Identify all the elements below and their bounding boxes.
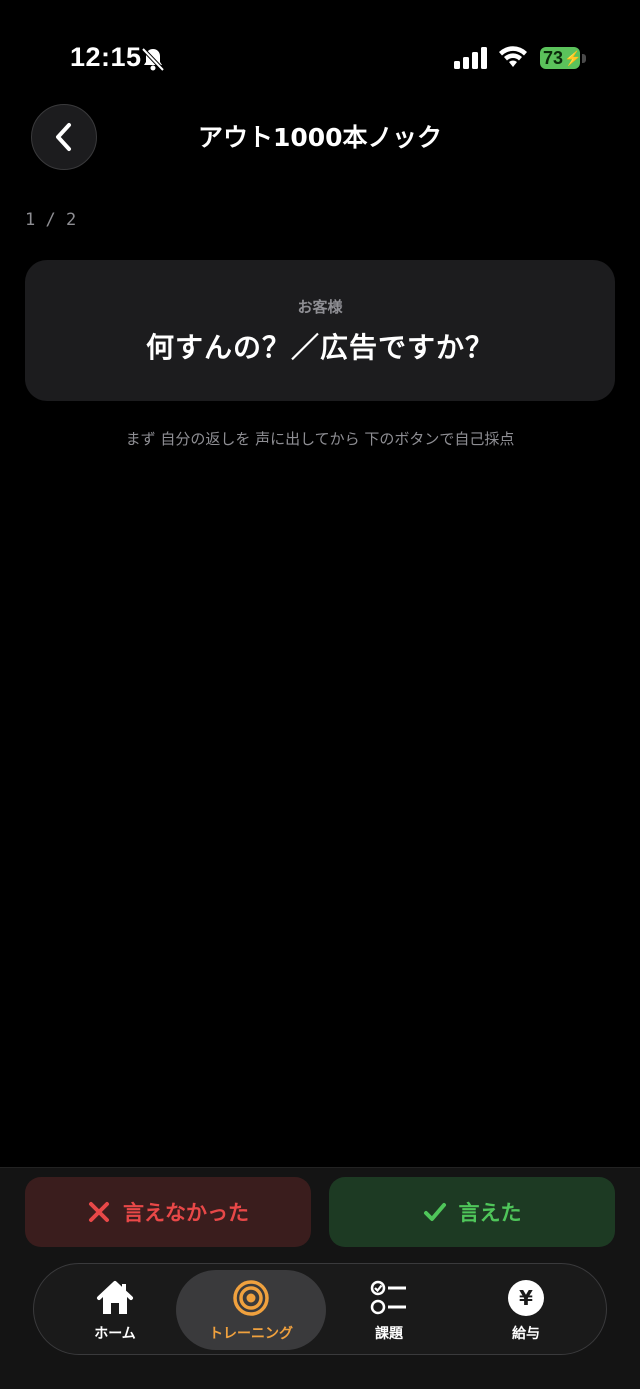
wifi-icon xyxy=(499,46,527,67)
bell-off-icon xyxy=(141,47,165,72)
tab-tasks[interactable]: 課題 xyxy=(314,1270,464,1350)
yen-icon: ¥ xyxy=(508,1279,544,1316)
tab-salary-label: 給与 xyxy=(512,1325,540,1342)
chevron-left-icon xyxy=(56,123,71,151)
tab-salary[interactable]: ¥ 給与 xyxy=(451,1270,601,1350)
instruction-text: まず 自分の返しを 声に出してから 下のボタンで自己採点 xyxy=(125,430,515,448)
progress-counter: 1 / 2 xyxy=(25,210,77,230)
prompt-text: 何すんの？／広告ですか？ xyxy=(145,331,494,364)
tab-home-label: ホーム xyxy=(94,1325,136,1342)
tab-bar: ホーム トレーニング 課題 ¥ 給与 xyxy=(33,1263,607,1355)
battery-level: 73 xyxy=(543,47,564,68)
tab-training-label: トレーニング xyxy=(209,1325,293,1342)
battery-cap xyxy=(582,54,586,63)
signal-icon xyxy=(454,47,487,69)
tab-training[interactable]: トレーニング xyxy=(176,1270,326,1350)
could-not-say-label: 言えなかった xyxy=(123,1201,249,1225)
status-bar: 12:15 73 ⚡ xyxy=(0,0,640,100)
training-screen: 12:15 73 ⚡ アウト1000本ノック 1 / 2 お客様 何すんの？／広… xyxy=(0,0,640,1389)
status-time: 12:15 xyxy=(70,42,142,72)
could-not-say-button[interactable]: 言えなかった xyxy=(25,1177,311,1247)
target-icon xyxy=(233,1279,269,1316)
tab-tasks-label: 課題 xyxy=(375,1325,403,1342)
home-icon xyxy=(97,1280,133,1314)
svg-text:¥: ¥ xyxy=(519,1286,533,1310)
tab-home[interactable]: ホーム xyxy=(40,1270,190,1350)
battery-icon: 73 ⚡ xyxy=(540,47,582,69)
x-icon xyxy=(89,1202,109,1222)
could-say-button[interactable]: 言えた xyxy=(329,1177,615,1247)
could-say-label: 言えた xyxy=(458,1201,522,1225)
prompt-card: お客様 何すんの？／広告ですか？ xyxy=(25,260,615,401)
page-title: アウト1000本ノック xyxy=(197,123,443,152)
checklist-icon xyxy=(370,1280,406,1314)
speaker-label: お客様 xyxy=(297,298,343,316)
checkmark-icon xyxy=(423,1203,446,1221)
charging-bolt-icon: ⚡ xyxy=(564,49,582,66)
back-button[interactable] xyxy=(31,104,97,170)
